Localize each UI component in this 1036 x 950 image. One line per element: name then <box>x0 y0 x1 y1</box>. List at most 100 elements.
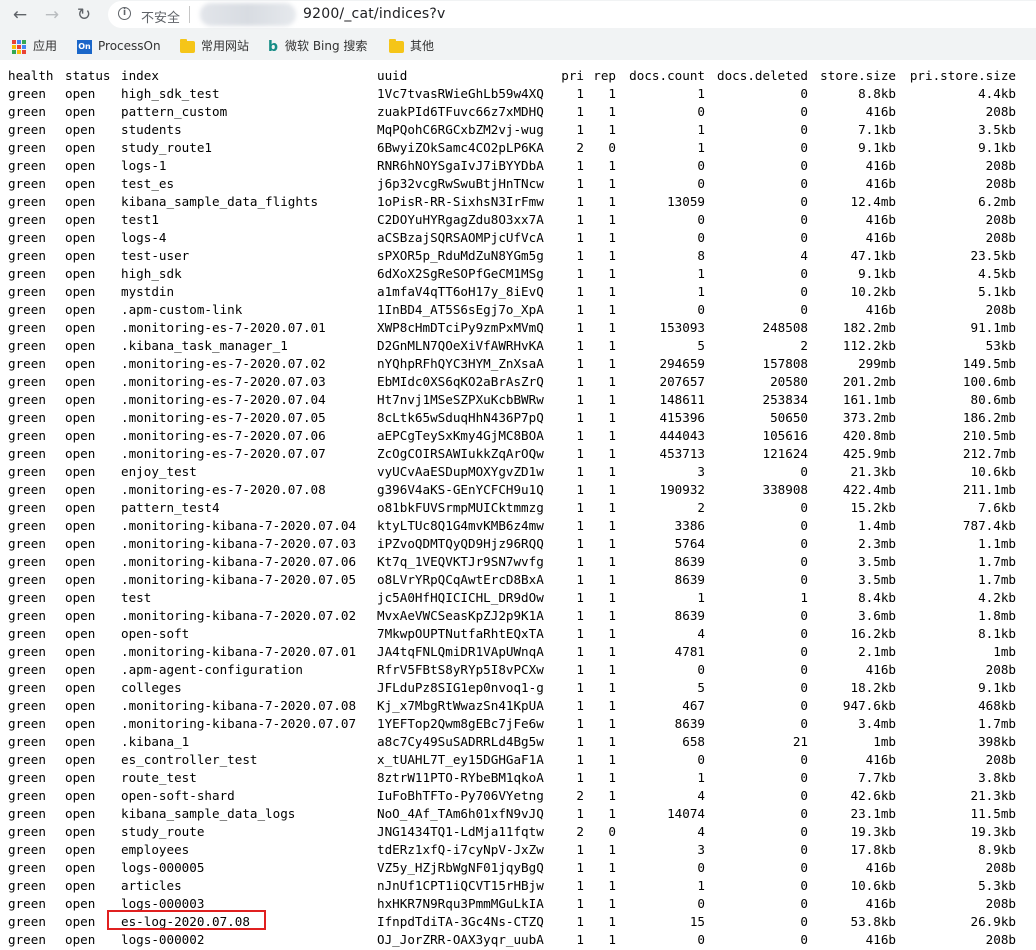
bookmark-label: 微软 Bing 搜索 <box>285 39 368 53</box>
table-row: green open mystdin a1mfaV4qTT6oH17y_8iEvQ 1 1… <box>0 283 1036 301</box>
cell-pri-store-size: 26.9kb <box>970 914 1017 929</box>
bookmark-apps[interactable]: 应用 <box>12 37 57 55</box>
cell-health: green <box>8 878 46 893</box>
cell-rep: 1 <box>608 554 616 569</box>
cell-uuid: x_tUAHL7T_ey15DGHGaF1A <box>377 752 544 767</box>
cell-uuid: IfnpdTdiTA-3Gc4Ns-CTZQ <box>377 914 544 929</box>
cell-docs-deleted: 338908 <box>762 482 809 497</box>
info-icon[interactable]: i <box>118 7 131 20</box>
cell-store-size: 8.4kb <box>858 590 896 605</box>
cell-pri: 1 <box>576 230 584 245</box>
cell-health: green <box>8 536 46 551</box>
cell-uuid: tdERz1xfQ-i7cyNpV-JxZw <box>377 842 544 857</box>
cell-rep: 1 <box>608 104 616 119</box>
cell-index: .monitoring-es-7-2020.07.08 <box>121 482 326 497</box>
cell-docs-deleted: 0 <box>800 122 808 137</box>
cell-health: green <box>8 266 46 281</box>
cell-docs-deleted: 50650 <box>770 410 808 425</box>
cell-index: .kibana_task_manager_1 <box>121 338 288 353</box>
bookmark-label: 常用网站 <box>201 39 250 53</box>
cell-index: pattern_test4 <box>121 500 220 515</box>
cell-pri: 1 <box>576 446 584 461</box>
cell-rep: 1 <box>608 356 616 371</box>
cell-health: green <box>8 572 46 587</box>
cell-rep: 0 <box>608 824 616 839</box>
cell-health: green <box>8 896 46 911</box>
bookmark-processon[interactable]: On ProcessOn <box>77 37 161 55</box>
cell-docs-count: 1 <box>697 140 705 155</box>
cell-rep: 1 <box>608 158 616 173</box>
bookmark-bing[interactable]: b 微软 Bing 搜索 <box>268 37 367 55</box>
cell-index: employees <box>121 842 190 857</box>
cell-pri-store-size: 208b <box>985 896 1016 911</box>
cell-docs-count: 0 <box>697 176 705 191</box>
cell-pri: 1 <box>576 482 584 497</box>
cell-store-size: 416b <box>865 932 896 947</box>
cell-uuid: vyUCvAaESDupMOXYgvZD1w <box>377 464 544 479</box>
header-status: status <box>65 68 111 83</box>
cell-uuid: RfrV5FBtS8yRYp5I8vPCXw <box>377 662 544 677</box>
table-row: green open test1 C2DOYuHYRgagZdu8O3xx7A 1 1 0 0… <box>0 211 1036 229</box>
cell-docs-deleted: 0 <box>800 788 808 803</box>
cell-store-size: 12.4mb <box>850 194 897 209</box>
cell-docs-count: 2 <box>697 500 705 515</box>
bookmark-folder-other[interactable]: 其他 <box>389 37 434 55</box>
cell-status: open <box>65 248 96 263</box>
table-row: green open open-soft-shard IuFoBhTFTo-Py706… <box>0 787 1036 805</box>
cell-store-size: 416b <box>865 158 896 173</box>
cell-pri: 1 <box>576 662 584 677</box>
cell-status: open <box>65 572 96 587</box>
cell-docs-count: 0 <box>697 752 705 767</box>
security-label[interactable]: 不安全 <box>141 7 180 26</box>
cell-docs-deleted: 0 <box>800 464 808 479</box>
cell-rep: 1 <box>608 284 616 299</box>
cell-pri: 1 <box>576 410 584 425</box>
cell-docs-deleted: 0 <box>800 518 808 533</box>
cell-store-size: 42.6kb <box>850 788 897 803</box>
cell-store-size: 161.1mb <box>842 392 896 407</box>
cell-status: open <box>65 644 96 659</box>
cell-pri: 1 <box>576 284 584 299</box>
cell-pri-store-size: 8.9kb <box>978 842 1016 857</box>
cell-pri: 1 <box>576 680 584 695</box>
forward-icon[interactable]: → <box>40 3 64 27</box>
table-row: green open high_sdk_test 1Vc7tvasRWieGhLb59… <box>0 85 1036 103</box>
cell-pri-store-size: 208b <box>985 932 1016 947</box>
cell-status: open <box>65 716 96 731</box>
bookmark-folder-common-sites[interactable]: 常用网站 <box>180 37 249 55</box>
cell-docs-count: 0 <box>697 230 705 245</box>
cell-docs-deleted: 0 <box>800 500 808 515</box>
cell-docs-count: 8639 <box>674 608 705 623</box>
cell-docs-count: 0 <box>697 302 705 317</box>
url-text[interactable]: 9200/_cat/indices?v <box>303 6 446 22</box>
reload-icon[interactable]: ↻ <box>72 3 96 27</box>
cell-index: enjoy_test <box>121 464 197 479</box>
cell-store-size: 3.5mb <box>858 554 896 569</box>
cell-pri-store-size: 208b <box>985 230 1016 245</box>
cell-health: green <box>8 320 46 335</box>
address-bar[interactable]: i 不安全 9200/_cat/indices?v <box>108 1 1036 28</box>
table-row: green open articles nJnUf1CPT1iQCVT15rHBjw 1… <box>0 877 1036 895</box>
cell-pri: 1 <box>576 590 584 605</box>
cell-docs-count: 14074 <box>667 806 705 821</box>
cell-pri: 1 <box>576 428 584 443</box>
table-row: green open .monitoring-es-7-2020.07.02 nYQh… <box>0 355 1036 373</box>
cell-docs-count: 5764 <box>674 536 705 551</box>
browser-chrome: ← → ↻ i 不安全 9200/_cat/indices?v 应用 On Pro… <box>0 0 1036 60</box>
cell-status: open <box>65 896 96 911</box>
cell-store-size: 416b <box>865 860 896 875</box>
cell-index: logs-4 <box>121 230 167 245</box>
table-row: green open .monitoring-kibana-7-2020.07.07… <box>0 715 1036 733</box>
cell-index: logs-000005 <box>121 860 205 875</box>
cell-docs-deleted: 0 <box>800 212 808 227</box>
cell-status: open <box>65 752 96 767</box>
cell-pri-store-size: 8.1kb <box>978 626 1016 641</box>
cell-docs-deleted: 0 <box>800 698 808 713</box>
cell-uuid: 6BwyiZOkSamc4CO2pLP6KA <box>377 140 544 155</box>
cell-status: open <box>65 932 96 947</box>
cell-health: green <box>8 824 46 839</box>
cell-docs-deleted: 0 <box>800 302 808 317</box>
cell-health: green <box>8 518 46 533</box>
cell-status: open <box>65 86 96 101</box>
back-icon[interactable]: ← <box>8 3 32 27</box>
